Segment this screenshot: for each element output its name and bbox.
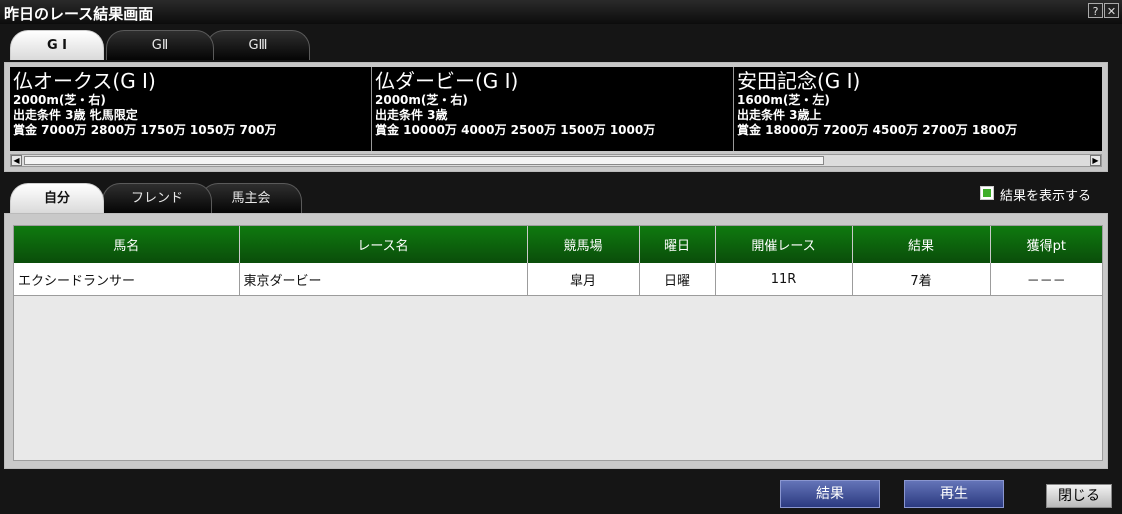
horizontal-scrollbar[interactable]: ◀ ▶	[10, 154, 1102, 167]
header-result[interactable]: 結果	[852, 226, 991, 263]
race-name: 仏オークス(G I)	[13, 69, 156, 93]
scrollbar-thumb[interactable]	[24, 156, 824, 165]
race-distance: 1600m(芝・左)	[737, 93, 830, 107]
result-button[interactable]: 結果	[780, 480, 880, 508]
race-conditions: 出走条件 3歳 牝馬限定	[13, 108, 138, 122]
race-conditions: 出走条件 3歳	[375, 108, 448, 122]
tab-grade-3[interactable]: GⅢ	[206, 30, 310, 60]
race-prize: 賞金 10000万 4000万 2500万 1500万 1000万	[375, 123, 656, 137]
race-list: 仏オークス(G I) 2000m(芝・右) 出走条件 3歳 牝馬限定 賞金 70…	[10, 67, 1102, 151]
tab-self[interactable]: 自分	[10, 183, 104, 213]
race-distance: 2000m(芝・右)	[13, 93, 106, 107]
tab-grade-1[interactable]: G I	[10, 30, 104, 60]
race-prize: 賞金 18000万 7200万 4500万 2700万 1800万	[737, 123, 1018, 137]
tab-owners-club[interactable]: 馬主会	[200, 183, 302, 213]
show-results-checkbox[interactable]	[980, 186, 994, 200]
race-name: 仏ダービー(G I)	[375, 69, 519, 93]
race-info-panel: 仏オークス(G I) 2000m(芝・右) 出走条件 3歳 牝馬限定 賞金 70…	[4, 62, 1108, 172]
replay-button[interactable]: 再生	[904, 480, 1004, 508]
tab-grade-2[interactable]: GⅡ	[106, 30, 214, 60]
close-button[interactable]: 閉じる	[1046, 484, 1112, 508]
cell-racecourse: 皐月	[527, 263, 640, 296]
results-table: 馬名 レース名 競馬場 曜日 開催レース 結果 獲得pt エクシードランサー 東…	[14, 226, 1102, 296]
header-points[interactable]: 獲得pt	[990, 226, 1102, 263]
check-mark-icon	[983, 189, 991, 197]
title-bar: 昨日のレース結果画面 ? ✕	[0, 0, 1122, 24]
header-race-number[interactable]: 開催レース	[715, 226, 853, 263]
window-title: 昨日のレース結果画面	[4, 5, 154, 23]
cell-result: 7着	[852, 263, 991, 296]
help-button[interactable]: ?	[1088, 3, 1103, 18]
scroll-right-icon[interactable]: ▶	[1090, 155, 1101, 166]
race-conditions: 出走条件 3歳上	[737, 108, 822, 122]
header-horse-name[interactable]: 馬名	[14, 226, 240, 263]
race-prize: 賞金 7000万 2800万 1750万 1050万 700万	[13, 123, 277, 137]
table-header-row: 馬名 レース名 競馬場 曜日 開催レース 結果 獲得pt	[14, 226, 1102, 263]
cell-points: －－－	[990, 263, 1102, 296]
table-row[interactable]: エクシードランサー 東京ダービー 皐月 日曜 11R 7着 －－－	[14, 263, 1102, 296]
race-card[interactable]: 安田記念(G I) 1600m(芝・左) 出走条件 3歳上 賞金 18000万 …	[734, 67, 1102, 151]
tab-friends[interactable]: フレンド	[102, 183, 212, 213]
cell-race-number: 11R	[715, 263, 853, 296]
scroll-left-icon[interactable]: ◀	[11, 155, 22, 166]
cell-horse-name: エクシードランサー	[14, 263, 240, 296]
header-racecourse[interactable]: 競馬場	[527, 226, 640, 263]
grade-tabs: GⅢ GⅡ G I	[10, 30, 310, 60]
race-name: 安田記念(G I)	[737, 69, 861, 93]
cell-race-name: 東京ダービー	[239, 263, 528, 296]
results-table-area: 馬名 レース名 競馬場 曜日 開催レース 結果 獲得pt エクシードランサー 東…	[13, 225, 1103, 461]
race-card[interactable]: 仏ダービー(G I) 2000m(芝・右) 出走条件 3歳 賞金 10000万 …	[372, 67, 734, 151]
race-distance: 2000m(芝・右)	[375, 93, 468, 107]
header-race-name[interactable]: レース名	[239, 226, 528, 263]
show-results-label: 結果を表示する	[1000, 189, 1092, 204]
results-panel: 馬名 レース名 競馬場 曜日 開催レース 結果 獲得pt エクシードランサー 東…	[4, 213, 1108, 469]
window-close-button[interactable]: ✕	[1104, 3, 1119, 18]
header-day[interactable]: 曜日	[639, 226, 716, 263]
cell-day: 日曜	[639, 263, 716, 296]
owner-tabs: 馬主会 フレンド 自分	[10, 183, 310, 213]
race-card[interactable]: 仏オークス(G I) 2000m(芝・右) 出走条件 3歳 牝馬限定 賞金 70…	[10, 67, 372, 151]
